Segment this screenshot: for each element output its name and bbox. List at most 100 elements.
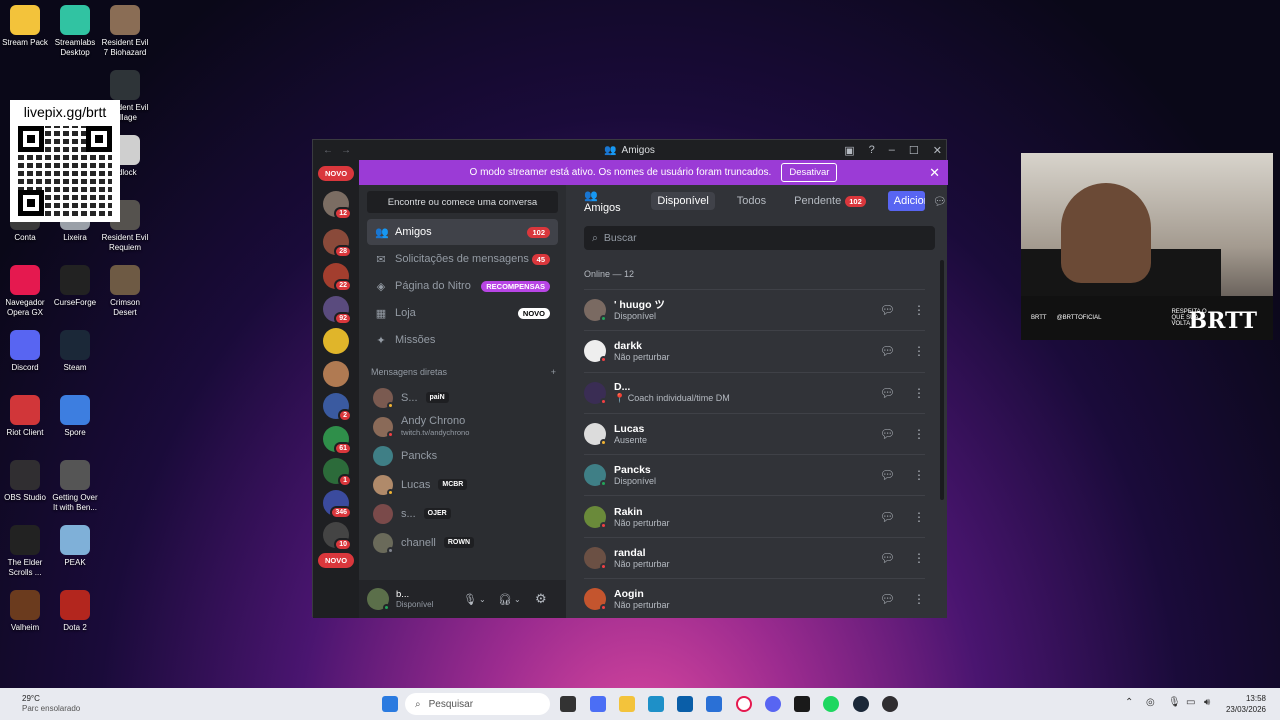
friend-row[interactable]: randal Não perturbar 💬︎ ⋮ <box>584 536 925 578</box>
desktop-shortcut[interactable]: PEAK <box>50 525 100 568</box>
plus-icon[interactable]: + <box>551 367 556 377</box>
opera-icon[interactable] <box>736 696 752 712</box>
nav-arrows[interactable]: ←→ <box>323 145 359 156</box>
new-group-dm-icon[interactable]: 💬︎ <box>933 195 947 208</box>
microphone-icon[interactable]: 🎙︎ <box>463 593 477 606</box>
friend-row[interactable]: Aogin Não perturbar 💬︎ ⋮ <box>584 578 925 619</box>
dm-item[interactable]: s... OJER <box>367 499 558 528</box>
chevron-down-icon[interactable]: ⌄ <box>479 595 486 604</box>
chevron-up-icon[interactable]: ⌃ <box>1125 697 1133 708</box>
dm-item[interactable]: S... paiN <box>367 383 558 412</box>
dm-item[interactable]: Lucas MCBR <box>367 470 558 499</box>
obs-icon[interactable] <box>882 696 898 712</box>
minimize-button[interactable]: – <box>889 144 895 157</box>
outlook-icon[interactable] <box>706 696 722 712</box>
nav-item-0[interactable]: 👥 Amigos 102 <box>367 219 558 245</box>
message-icon[interactable]: 💬︎ <box>880 592 895 606</box>
friend-row[interactable]: Rakin Não perturbar 💬︎ ⋮ <box>584 495 925 536</box>
desktop-shortcut[interactable]: Navegador Opera GX <box>0 265 50 318</box>
app-icon[interactable] <box>590 696 606 712</box>
friend-row[interactable]: ' huugo ツ Disponível 💬︎ ⋮ <box>584 289 925 330</box>
close-button[interactable]: ✕ <box>933 144 942 157</box>
more-icon[interactable]: ⋮ <box>913 551 925 565</box>
message-icon[interactable]: 💬︎ <box>880 427 895 441</box>
server-icon[interactable]: 12 <box>323 191 352 220</box>
headphones-icon[interactable]: 🎧︎ <box>498 593 512 606</box>
message-icon[interactable]: 💬︎ <box>880 386 895 400</box>
message-icon[interactable]: 💬︎ <box>880 468 895 482</box>
desktop-shortcut[interactable]: Resident Evil 7 Biohazard <box>100 5 150 58</box>
message-icon[interactable]: 💬︎ <box>880 510 895 524</box>
server-icon[interactable]: 28 <box>323 229 352 258</box>
gear-icon[interactable]: ⚙ <box>535 591 547 607</box>
start-icon[interactable] <box>382 696 398 712</box>
app-icon[interactable] <box>794 696 810 712</box>
desktop-shortcut[interactable]: Steam <box>50 330 100 373</box>
desktop-shortcut[interactable]: CurseForge <box>50 265 100 308</box>
server-icon[interactable]: 10 <box>323 522 352 551</box>
desktop-shortcut[interactable]: Crimson Desert <box>100 265 150 318</box>
avatar[interactable] <box>367 588 390 611</box>
tab-pending[interactable]: Pendente 102 <box>788 192 872 210</box>
nav-item-1[interactable]: ✉ Solicitações de mensagens 45 <box>367 246 558 272</box>
disable-streamer-button[interactable]: Desativar <box>781 163 838 182</box>
more-icon[interactable]: ⋮ <box>913 344 925 358</box>
more-icon[interactable]: ⋮ <box>913 427 925 441</box>
friends-search-input[interactable]: ⌕ Buscar <box>584 226 935 250</box>
close-icon[interactable]: ✕ <box>929 165 940 181</box>
chevron-down-icon[interactable]: ⌄ <box>514 595 521 604</box>
desktop-shortcut[interactable]: Stream Pack <box>0 5 50 48</box>
friend-row[interactable]: Pancks Disponível 💬︎ ⋮ <box>584 454 925 495</box>
friend-row[interactable]: Lucas Ausente 💬︎ ⋮ <box>584 412 925 454</box>
desktop-shortcut[interactable]: Riot Client <box>0 395 50 438</box>
desktop-shortcut[interactable]: The Elder Scrolls ... <box>0 525 50 578</box>
new-badge[interactable]: NOVO <box>318 166 354 181</box>
friend-row[interactable]: darkk Não perturbar 💬︎ ⋮ <box>584 330 925 371</box>
desktop-shortcut[interactable]: Valheim <box>0 590 50 633</box>
desktop-shortcut[interactable]: Spore <box>50 395 100 438</box>
tab-all[interactable]: Todos <box>731 192 772 210</box>
nav-item-4[interactable]: ✦ Missões <box>367 327 558 353</box>
help-icon[interactable]: ? <box>869 144 875 157</box>
server-icon[interactable]: 22 <box>323 263 352 292</box>
server-icon[interactable]: 1 <box>323 458 352 487</box>
tray-icon[interactable]: ◎ <box>1146 697 1155 708</box>
server-icon[interactable] <box>323 361 349 387</box>
discord-icon[interactable] <box>765 696 781 712</box>
maximize-button[interactable]: ☐ <box>909 144 919 157</box>
server-icon[interactable]: 92 <box>323 296 352 325</box>
new-badge[interactable]: NOVO <box>318 553 354 568</box>
server-icon[interactable]: 2 <box>323 393 352 422</box>
desktop-shortcut[interactable]: Getting Over It with Ben... <box>50 460 100 513</box>
edge-icon[interactable] <box>648 696 664 712</box>
weather-widget[interactable]: 29°C Parc ensolarado <box>22 694 80 714</box>
spotify-icon[interactable] <box>823 696 839 712</box>
dm-item[interactable]: chanell ROWN <box>367 528 558 557</box>
tab-available[interactable]: Disponível <box>651 192 715 210</box>
friend-row[interactable]: D... 📍 Coach individual/time DM 💬︎ ⋮ <box>584 371 925 413</box>
task-view-icon[interactable] <box>560 696 576 712</box>
message-icon[interactable]: 💬︎ <box>880 551 895 565</box>
store-icon[interactable] <box>677 696 693 712</box>
message-icon[interactable]: 💬︎ <box>880 344 895 358</box>
server-icon[interactable]: 346 <box>323 490 352 519</box>
inbox-icon[interactable]: ▣ <box>844 144 854 157</box>
network-icon[interactable]: ▭ <box>1186 697 1195 708</box>
more-icon[interactable]: ⋮ <box>913 303 925 317</box>
more-icon[interactable]: ⋮ <box>913 468 925 482</box>
nav-item-2[interactable]: ◈ Página do Nitro RECOMPENSAS <box>367 273 558 299</box>
nav-item-3[interactable]: ▦ Loja NOVO <box>367 300 558 326</box>
more-icon[interactable]: ⋮ <box>913 510 925 524</box>
dm-item[interactable]: Pancks <box>367 441 558 470</box>
volume-icon[interactable]: 🔊︎ <box>1204 697 1210 708</box>
microphone-icon[interactable]: 🎙︎ <box>1168 697 1181 708</box>
dm-item[interactable]: Andy Chrono twitch.tv/andychrono <box>367 412 558 441</box>
find-conversation-button[interactable]: Encontre ou comece uma conversa <box>367 191 558 213</box>
add-friend-button[interactable]: Adicionar amigo <box>887 191 926 211</box>
more-icon[interactable]: ⋮ <box>913 592 925 606</box>
desktop-shortcut[interactable]: Discord <box>0 330 50 373</box>
clock[interactable]: 13:58 23/03/2026 <box>1226 693 1266 715</box>
server-icon[interactable]: 61 <box>323 426 352 455</box>
desktop-shortcut[interactable]: Dota 2 <box>50 590 100 633</box>
taskbar-search[interactable]: ⌕ Pesquisar <box>405 693 550 715</box>
